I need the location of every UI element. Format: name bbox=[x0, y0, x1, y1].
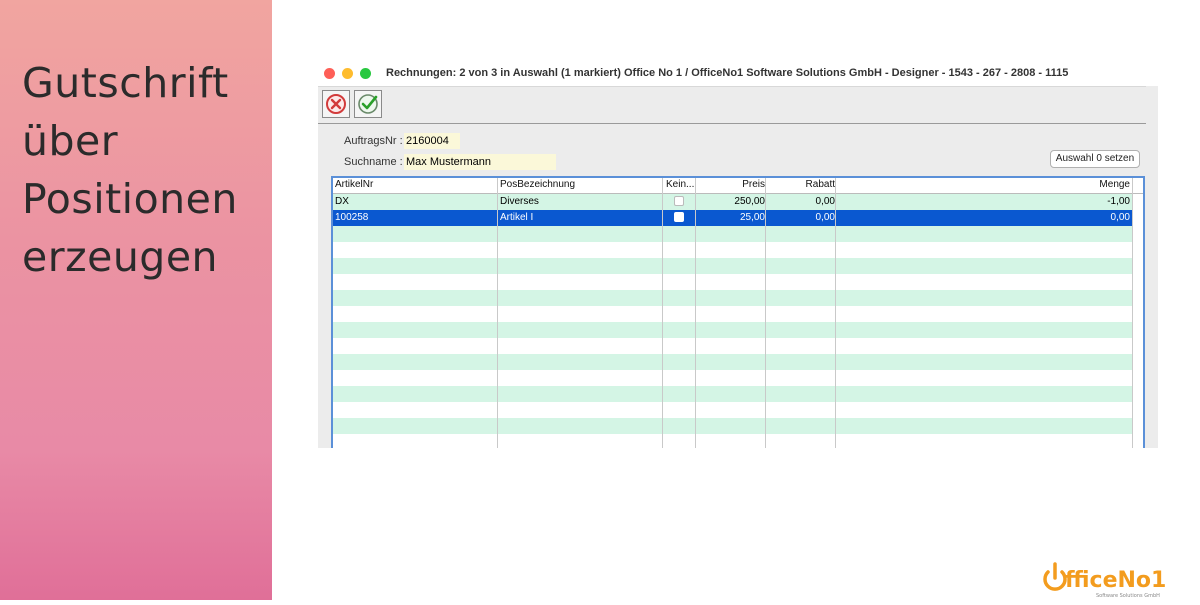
cell-menge: -1,00 bbox=[1107, 196, 1130, 207]
table-row[interactable] bbox=[333, 402, 1133, 418]
cell-kein bbox=[674, 210, 684, 226]
col-rabatt[interactable]: Rabatt bbox=[769, 179, 835, 193]
table-row[interactable] bbox=[333, 418, 1133, 434]
ok-button[interactable] bbox=[354, 90, 382, 118]
invoice-window: Rechnungen: 2 von 3 in Auswahl (1 markie… bbox=[318, 62, 1158, 448]
minimize-window-button[interactable] bbox=[342, 68, 353, 79]
table-row[interactable]: DX Diverses 250,00 0,00 -1,00 bbox=[333, 194, 1133, 210]
column-divider bbox=[497, 178, 498, 448]
cancel-icon bbox=[326, 94, 346, 114]
window-titlebar: Rechnungen: 2 von 3 in Auswahl (1 markie… bbox=[318, 62, 1158, 86]
title-line: Gutschrift bbox=[22, 59, 229, 107]
cell-posbezeichnung: Artikel I bbox=[500, 212, 534, 223]
kein-checkbox[interactable] bbox=[674, 196, 684, 207]
title-panel: Gutschrift über Positionen erzeugen bbox=[0, 0, 272, 600]
table-row[interactable] bbox=[333, 322, 1133, 338]
cell-menge: 0,00 bbox=[1110, 212, 1130, 223]
cell-posbezeichnung: Diverses bbox=[500, 196, 539, 207]
table-row[interactable] bbox=[333, 226, 1133, 242]
table-row[interactable] bbox=[333, 434, 1133, 448]
cancel-button[interactable] bbox=[322, 90, 350, 118]
table-row[interactable] bbox=[333, 258, 1133, 274]
cell-preis: 250,00 bbox=[734, 196, 765, 207]
suchname-label: Suchname : bbox=[344, 156, 403, 168]
column-divider bbox=[765, 178, 766, 448]
cell-rabatt: 0,00 bbox=[815, 196, 835, 207]
cell-artikelnr: DX bbox=[335, 196, 349, 207]
brand-logo-icon: fficeNo1 Software Solutions GmbH bbox=[1043, 562, 1166, 599]
table-row[interactable] bbox=[333, 370, 1133, 386]
auftragsnr-field[interactable]: 2160004 bbox=[404, 133, 460, 149]
table-row[interactable]: 100258 Artikel I 25,00 0,00 0,00 bbox=[333, 210, 1133, 226]
svg-text:Software Solutions GmbH: Software Solutions GmbH bbox=[1096, 593, 1160, 599]
cell-kein bbox=[674, 194, 684, 210]
cell-rabatt: 0,00 bbox=[815, 212, 835, 223]
column-divider bbox=[1132, 178, 1133, 448]
cell-artikelnr: 100258 bbox=[335, 212, 369, 223]
col-kein[interactable]: Kein... bbox=[666, 179, 694, 193]
col-artikelnr[interactable]: ArtikelNr bbox=[335, 179, 373, 193]
zoom-window-button[interactable] bbox=[360, 68, 371, 79]
column-divider bbox=[835, 178, 836, 448]
officeno1-logo: fficeNo1 Software Solutions GmbH bbox=[1040, 558, 1190, 600]
auftragsnr-label: AuftragsNr : bbox=[344, 135, 403, 147]
table-row[interactable] bbox=[333, 290, 1133, 306]
table-row[interactable] bbox=[333, 354, 1133, 370]
table-row[interactable] bbox=[333, 338, 1133, 354]
col-menge[interactable]: Menge bbox=[839, 179, 1130, 193]
reset-selection-button[interactable]: Auswahl 0 setzen bbox=[1050, 150, 1140, 168]
table-row[interactable] bbox=[333, 386, 1133, 402]
column-divider bbox=[662, 178, 663, 448]
table-row[interactable] bbox=[333, 306, 1133, 322]
kein-checkbox[interactable] bbox=[674, 212, 684, 223]
window-title: Rechnungen: 2 von 3 in Auswahl (1 markie… bbox=[386, 67, 1069, 79]
close-window-button[interactable] bbox=[324, 68, 335, 79]
cell-preis: 25,00 bbox=[739, 212, 765, 223]
table-header: ArtikelNr PosBezeichnung Kein... Preis R… bbox=[333, 178, 1143, 194]
table-row[interactable] bbox=[333, 274, 1133, 290]
title-line: über bbox=[22, 117, 119, 165]
title-line: Positionen bbox=[22, 175, 238, 223]
table-row[interactable] bbox=[333, 242, 1133, 258]
checkmark-icon bbox=[358, 94, 378, 114]
svg-text:fficeNo1: fficeNo1 bbox=[1065, 568, 1166, 593]
col-preis[interactable]: Preis bbox=[699, 179, 765, 193]
col-posbezeichnung[interactable]: PosBezeichnung bbox=[500, 179, 575, 193]
column-divider bbox=[695, 178, 696, 448]
toolbar bbox=[318, 86, 1146, 124]
positions-table[interactable]: ArtikelNr PosBezeichnung Kein... Preis R… bbox=[331, 176, 1145, 448]
suchname-field[interactable]: Max Mustermann bbox=[404, 154, 556, 170]
slide-title: Gutschrift über Positionen erzeugen bbox=[22, 54, 267, 286]
title-line: erzeugen bbox=[22, 233, 219, 281]
